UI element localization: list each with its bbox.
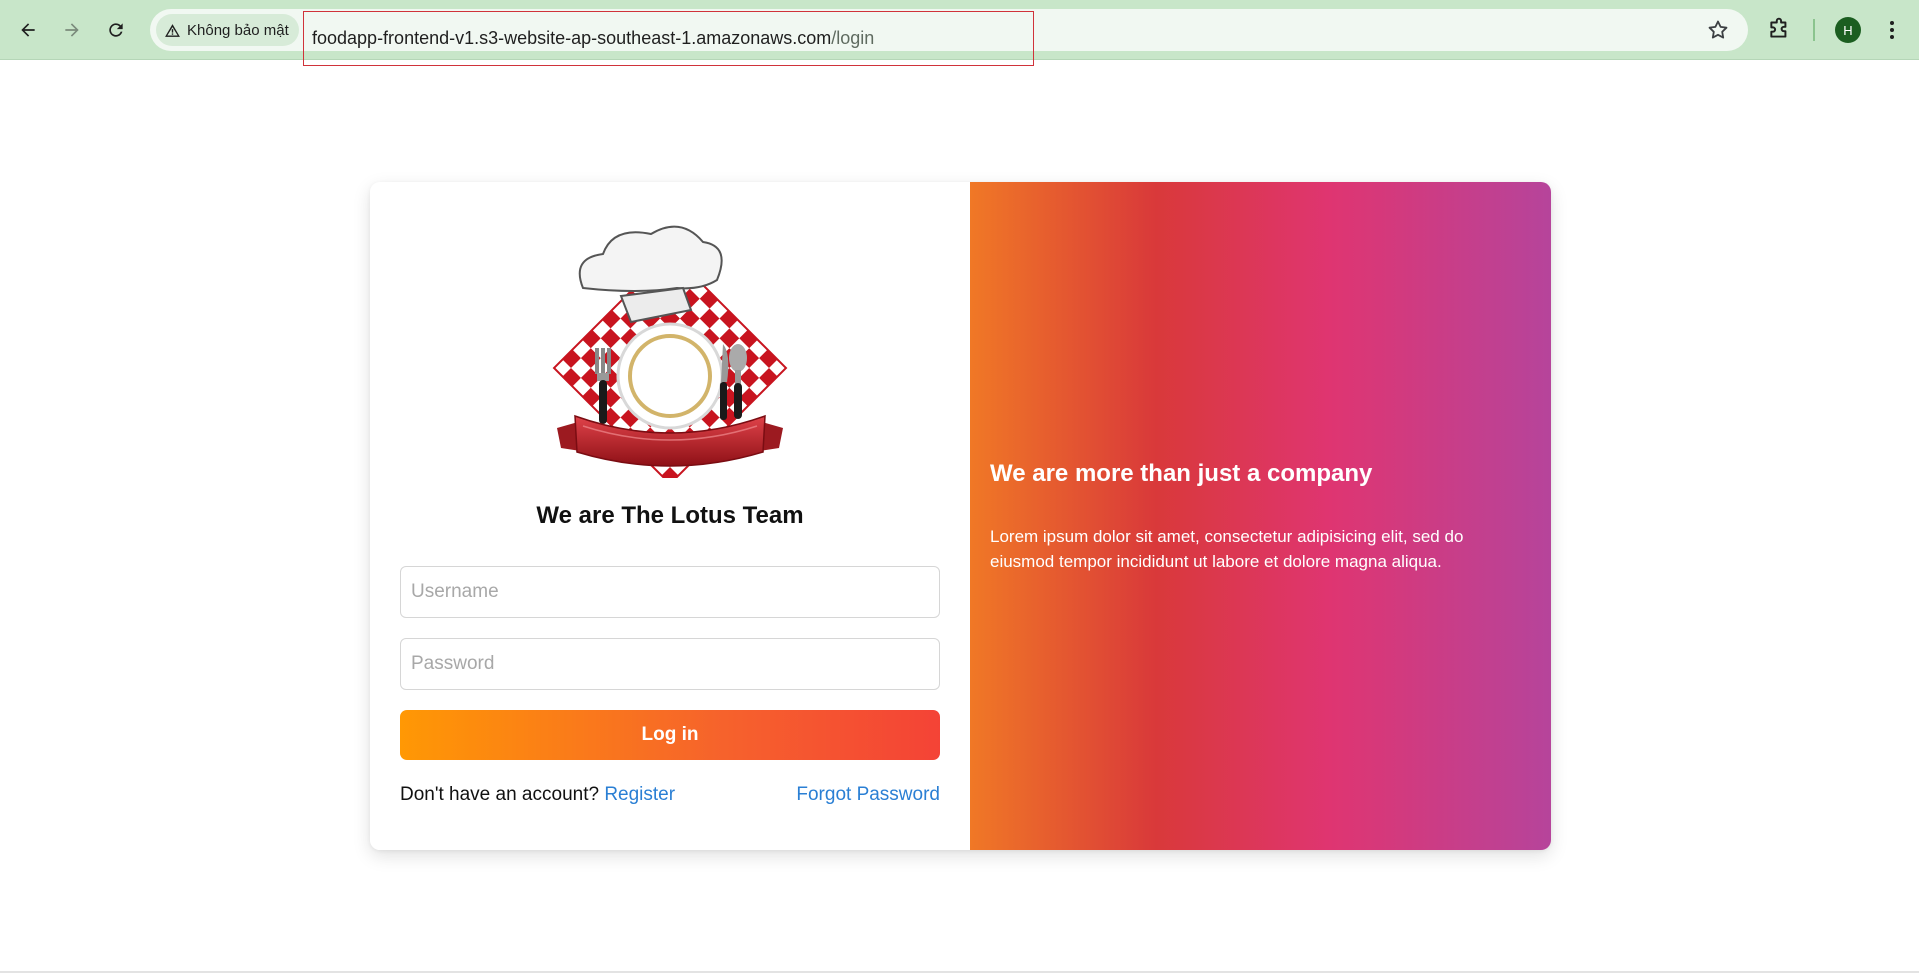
arrow-right-icon: [65, 23, 79, 37]
promo-text: Lorem ipsum dolor sit amet, consectetur …: [990, 527, 1464, 571]
promo-panel: We are more than just a company Lorem ip…: [970, 182, 1551, 850]
security-indicator[interactable]: Không bảo mật: [156, 14, 299, 46]
address-bar[interactable]: Không bảo mật foodapp-frontend-v1.s3-web…: [150, 9, 1748, 66]
login-footer: Don't have an account? Register Forgot P…: [400, 784, 940, 812]
password-input[interactable]: [400, 638, 940, 690]
url-host: foodapp-frontend-v1.s3-website-ap-southe…: [312, 28, 832, 48]
profile-avatar[interactable]: H: [1835, 17, 1861, 43]
security-label: Không bảo mật: [187, 21, 289, 39]
url-path: /login: [831, 28, 875, 48]
url-text[interactable]: foodapp-frontend-v1.s3-website-ap-southe…: [303, 11, 1034, 66]
login-button[interactable]: Log in: [400, 710, 940, 760]
arrow-left-icon: [21, 23, 35, 37]
browser-menu-button[interactable]: [1882, 16, 1902, 44]
username-input[interactable]: [400, 566, 940, 618]
login-card: We are The Lotus Team Log in Don't have …: [370, 182, 1551, 850]
register-link[interactable]: Register: [604, 784, 675, 805]
login-panel: We are The Lotus Team Log in Don't have …: [370, 182, 970, 850]
extensions-puzzle-icon[interactable]: [1767, 16, 1793, 42]
dot-icon: [1890, 27, 1894, 32]
back-button[interactable]: [12, 14, 44, 46]
toolbar-divider: [1813, 19, 1815, 41]
forward-button[interactable]: [56, 14, 88, 46]
browser-toolbar: Không bảo mật foodapp-frontend-v1.s3-web…: [0, 0, 1919, 66]
warning-icon: [165, 23, 180, 37]
bookmark-star-icon[interactable]: [1706, 18, 1730, 42]
promo-title: We are more than just a company: [990, 460, 1373, 487]
reload-icon: [109, 23, 123, 37]
register-prompt: Don't have an account? Register: [400, 784, 675, 806]
forgot-password-link[interactable]: Forgot Password: [796, 784, 940, 806]
dot-icon: [1890, 35, 1894, 40]
reload-button[interactable]: [100, 14, 132, 46]
chef-logo-icon: [552, 225, 788, 478]
brand-title: We are The Lotus Team: [536, 502, 804, 529]
no-account-text: Don't have an account?: [400, 784, 600, 805]
dot-icon: [1890, 20, 1894, 25]
